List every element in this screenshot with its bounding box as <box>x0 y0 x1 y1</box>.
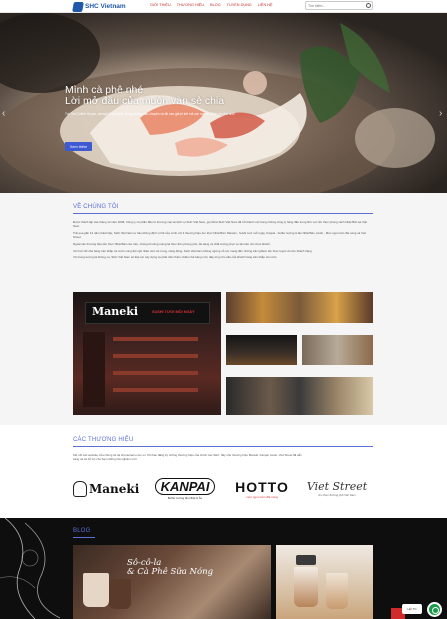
shelf <box>113 354 198 358</box>
cup <box>83 573 109 607</box>
brands-section: CÁC THƯƠNG HIỆU Kết nối các website cửa … <box>0 425 447 518</box>
hero-title: Mình cà phê nhé Lời mở đầu của muôn vàn … <box>65 85 224 107</box>
slider-prev-icon[interactable]: ‹ <box>2 108 9 120</box>
shelf <box>113 388 198 392</box>
logo-text: SHC Vietnam <box>85 3 126 10</box>
blog-divider <box>73 537 95 538</box>
kanpai-logo-text: KANPAI <box>154 478 216 495</box>
cup <box>326 573 348 609</box>
nav-careers[interactable]: TUYỂN DỤNG <box>227 3 252 7</box>
brands-text: Kết nối các website cửa chúng tôi tại sh… <box>73 453 302 462</box>
cup <box>294 567 318 607</box>
maneki-logo[interactable]: Maneki <box>73 477 145 501</box>
chat-icon[interactable] <box>427 602 442 617</box>
about-title: VỀ CHÚNG TÔI <box>73 204 119 210</box>
about-paragraph: Trải qua gần 13 năm thành lập, SHC Việt … <box>73 230 366 240</box>
restaurant-photo-3 <box>302 335 373 365</box>
about-section: VỀ CHÚNG TÔI Được thành lập vào tháng 12… <box>0 193 447 425</box>
shc-logo[interactable]: SHC Vietnam <box>72 1 126 12</box>
blog-title: BLOG <box>73 528 91 534</box>
maneki-cat-icon <box>73 481 87 497</box>
about-text: Được thành lập vào tháng 12 năm 2008, Cô… <box>73 220 373 262</box>
blog-card-chocolate[interactable]: Sô-cô-la & Cà Phê Sữa Nóng <box>73 545 271 619</box>
shc-logo-icon <box>72 1 84 12</box>
about-divider <box>73 213 373 214</box>
viet-street-logo-sub: Ẩm thực đường phố Việt Nam <box>318 493 356 497</box>
viet-street-logo-text: Viet Street <box>306 480 368 493</box>
door <box>83 332 105 407</box>
blog-section: BLOG Sô-cô-la & Cà Phê Sữa Nóng <box>0 518 447 619</box>
hotto-logo-text: HOTTO <box>235 478 289 495</box>
about-paragraph: Được thành lập vào tháng 12 năm 2008, Cô… <box>73 220 368 229</box>
maneki-sign: Maneki SUSHI TƯƠI MỖI NGÀY <box>85 302 210 324</box>
brands-divider <box>73 446 373 447</box>
restaurant-photo-2 <box>226 335 297 365</box>
viet-street-logo[interactable]: Viet Street Ẩm thực đường phố Việt Nam <box>300 477 374 501</box>
restaurant-photo-1 <box>226 292 373 323</box>
search-box <box>305 1 373 10</box>
hero-banner: Mình cà phê nhé Lời mở đầu của muôn vàn … <box>0 13 447 193</box>
brands-title: CÁC THƯƠNG HIỆU <box>73 437 134 443</box>
slider-next-icon[interactable]: › <box>439 108 446 120</box>
about-paragraph: Với hơn 30 nhà hàng trên khắp cả nước cù… <box>73 248 313 253</box>
search-icon[interactable] <box>364 2 372 9</box>
blog-card-text-line2: & Cà Phê Sữa Nóng <box>127 567 214 577</box>
blog-card-coffee[interactable] <box>276 545 373 619</box>
maneki-sign-text: Maneki <box>92 305 139 318</box>
team-photo <box>226 377 373 415</box>
cup <box>109 579 131 609</box>
kanpai-logo[interactable]: KANPAI Buffet nướng lẩu Nhật & Âu <box>150 477 220 501</box>
about-paragraph: Ngoài các thương hiệu ẩm thực Nhật Bản n… <box>73 241 271 246</box>
shelf <box>113 371 198 375</box>
top-navbar: SHC Vietnam GIỚI THIỆU THƯƠNG HIỆU BLOG … <box>0 0 447 13</box>
hotto-logo-sub: món ngon trên đĩa nóng <box>246 494 278 499</box>
hero-subtitle: Tại The Coffee House, chúng tôi luôn trâ… <box>65 112 235 116</box>
blog-decoration <box>0 518 61 619</box>
coffee-filter <box>296 555 316 565</box>
nav-blog[interactable]: BLOG <box>210 3 221 7</box>
hero-title-line2: Lời mở đầu của muôn vàn sẻ chia <box>65 95 225 107</box>
nav-contact[interactable]: LIÊN HỆ <box>258 3 273 7</box>
maneki-sign-tagline: SUSHI TƯƠI MỖI NGÀY <box>152 310 195 314</box>
hotto-logo[interactable]: HOTTO món ngon trên đĩa nóng <box>228 477 296 501</box>
blog-card-chocolate-text: Sô-cô-la & Cà Phê Sữa Nóng <box>127 559 213 577</box>
shelf <box>113 337 198 341</box>
maneki-logo-text: Maneki <box>89 482 140 496</box>
hero-cta-button[interactable]: Xem thêm <box>65 142 92 151</box>
nav-brands[interactable]: THƯƠNG HIỆU <box>177 3 204 7</box>
kanpai-logo-sub: Buffet nướng lẩu Nhật & Âu <box>167 496 203 500</box>
main-nav: GIỚI THIỆU THƯƠNG HIỆU BLOG TUYỂN DỤNG L… <box>150 3 273 7</box>
search-input[interactable] <box>306 2 364 9</box>
chat-label[interactable]: Hỏi TC <box>402 604 422 614</box>
about-paragraph: Với trong tương lai không xa, SHC Việt N… <box>73 255 278 260</box>
nav-about[interactable]: GIỚI THIỆU <box>150 3 171 7</box>
maneki-store-photo: Maneki SUSHI TƯƠI MỖI NGÀY <box>73 292 221 415</box>
